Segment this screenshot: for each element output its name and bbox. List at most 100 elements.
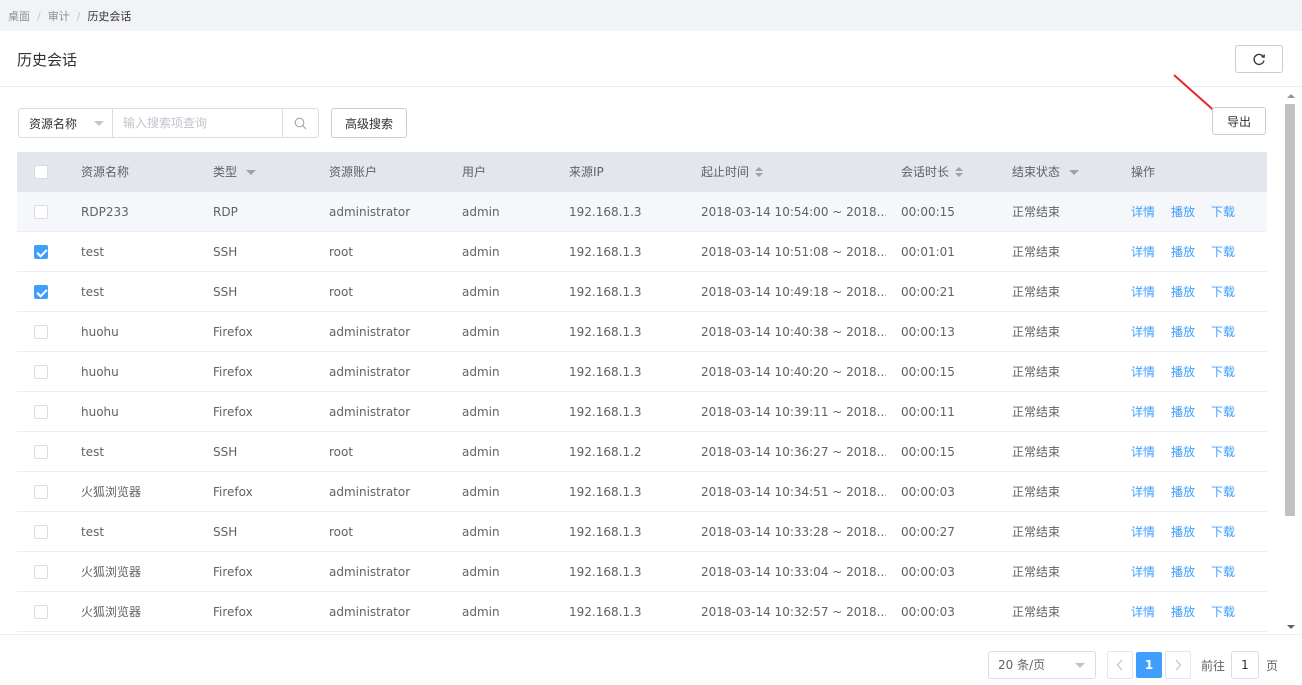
col-duration[interactable]: 会话时长 (901, 152, 996, 192)
col-time[interactable]: 起止时间 (701, 152, 886, 192)
advanced-search-button[interactable]: 高级搜索 (331, 108, 407, 138)
col-type[interactable]: 类型 (213, 152, 313, 192)
page-size-select[interactable]: 20 条/页 (988, 651, 1096, 679)
scroll-up-icon[interactable] (1287, 94, 1295, 98)
play-link[interactable]: 播放 (1171, 485, 1195, 499)
cell-ip: 192.168.1.3 (569, 245, 642, 259)
detail-link[interactable]: 详情 (1131, 245, 1155, 259)
cell-time: 2018-03-14 10:40:38 ~ 2018... (701, 325, 886, 339)
detail-link[interactable]: 详情 (1131, 565, 1155, 579)
table-row[interactable]: test SSH root admin 192.168.1.3 2018-03-14 10… (17, 272, 1267, 312)
cell-ops: 详情 播放 下载 (1131, 472, 1261, 512)
sort-icon[interactable] (955, 167, 964, 178)
table-row[interactable]: 火狐浏览器 Firefox administrator admin 192.168.1.… (17, 592, 1267, 632)
download-link[interactable]: 下载 (1211, 565, 1235, 579)
detail-link[interactable]: 详情 (1131, 445, 1155, 459)
table-row[interactable]: test SSH root admin 192.168.1.2 2018-03-14 10… (17, 432, 1267, 472)
row-checkbox[interactable] (34, 525, 48, 539)
col-status[interactable]: 结束状态 (1012, 152, 1112, 192)
next-page-button[interactable] (1165, 651, 1191, 679)
scrollbar[interactable] (1284, 88, 1298, 635)
detail-link[interactable]: 详情 (1131, 205, 1155, 219)
table-row[interactable]: 火狐浏览器 Firefox administrator admin 192.168.1.… (17, 552, 1267, 592)
download-link[interactable]: 下载 (1211, 405, 1235, 419)
row-checkbox[interactable] (34, 205, 48, 219)
cell-time: 2018-03-14 10:49:18 ~ 2018... (701, 285, 886, 299)
cell-user: admin (462, 445, 500, 459)
detail-link[interactable]: 详情 (1131, 325, 1155, 339)
detail-link[interactable]: 详情 (1131, 365, 1155, 379)
download-link[interactable]: 下载 (1211, 445, 1235, 459)
cell-name: 火狐浏览器 (81, 485, 142, 499)
table-row[interactable]: huohu Firefox administrator admin 192.168.1.… (17, 312, 1267, 352)
row-checkbox[interactable] (34, 285, 48, 299)
search-button[interactable] (282, 108, 319, 138)
play-link[interactable]: 播放 (1171, 325, 1195, 339)
play-link[interactable]: 播放 (1171, 525, 1195, 539)
table-row[interactable]: RDP233 RDP administrator admin 192.168.1.3 20… (17, 192, 1267, 232)
cell-ip: 192.168.1.3 (569, 285, 642, 299)
detail-link[interactable]: 详情 (1131, 285, 1155, 299)
cell-account: administrator (329, 325, 411, 339)
filter-icon[interactable] (1069, 170, 1080, 175)
sort-icon[interactable] (755, 167, 764, 178)
cell-user: admin (462, 525, 500, 539)
cell-status: 正常结束 (1012, 365, 1061, 379)
row-checkbox[interactable] (34, 445, 48, 459)
cell-status: 正常结束 (1012, 405, 1061, 419)
table-row[interactable]: test SSH root admin 192.168.1.3 2018-03-14 10… (17, 232, 1267, 272)
select-all-checkbox[interactable] (34, 165, 48, 179)
table-row[interactable]: 火狐浏览器 Firefox administrator admin 192.168.1.… (17, 472, 1267, 512)
cell-type: Firefox (213, 365, 253, 379)
play-link[interactable]: 播放 (1171, 445, 1195, 459)
row-checkbox[interactable] (34, 405, 48, 419)
scroll-thumb[interactable] (1285, 104, 1295, 516)
cell-type: SSH (213, 445, 238, 459)
cell-ops: 详情 播放 下载 (1131, 392, 1261, 432)
prev-page-button[interactable] (1107, 651, 1133, 679)
download-link[interactable]: 下载 (1211, 325, 1235, 339)
detail-link[interactable]: 详情 (1131, 405, 1155, 419)
row-checkbox[interactable] (34, 565, 48, 579)
download-link[interactable]: 下载 (1211, 245, 1235, 259)
jump-page-input[interactable] (1231, 651, 1259, 679)
detail-link[interactable]: 详情 (1131, 605, 1155, 619)
filter-icon[interactable] (246, 170, 257, 175)
row-checkbox[interactable] (34, 325, 48, 339)
download-link[interactable]: 下载 (1211, 365, 1235, 379)
play-link[interactable]: 播放 (1171, 205, 1195, 219)
cell-type: Firefox (213, 605, 253, 619)
refresh-icon (1253, 53, 1265, 66)
play-link[interactable]: 播放 (1171, 405, 1195, 419)
search-field-select[interactable]: 资源名称 (18, 108, 113, 138)
breadcrumb-home[interactable]: 桌面 (8, 10, 30, 23)
play-link[interactable]: 播放 (1171, 365, 1195, 379)
download-link[interactable]: 下载 (1211, 605, 1235, 619)
breadcrumb-audit[interactable]: 审计 (48, 10, 70, 23)
play-link[interactable]: 播放 (1171, 565, 1195, 579)
refresh-button[interactable] (1235, 45, 1283, 73)
play-link[interactable]: 播放 (1171, 245, 1195, 259)
search-input[interactable] (112, 108, 283, 138)
detail-link[interactable]: 详情 (1131, 525, 1155, 539)
col-type-label: 类型 (213, 165, 238, 179)
row-checkbox[interactable] (34, 245, 48, 259)
download-link[interactable]: 下载 (1211, 525, 1235, 539)
play-link[interactable]: 播放 (1171, 285, 1195, 299)
page-number-current[interactable]: 1 (1136, 652, 1162, 678)
col-account: 资源账户 (329, 165, 378, 179)
row-checkbox[interactable] (34, 365, 48, 379)
row-checkbox[interactable] (34, 485, 48, 499)
detail-link[interactable]: 详情 (1131, 485, 1155, 499)
table-row[interactable]: test SSH root admin 192.168.1.3 2018-03-14 10… (17, 512, 1267, 552)
download-link[interactable]: 下载 (1211, 205, 1235, 219)
play-link[interactable]: 播放 (1171, 605, 1195, 619)
export-button[interactable]: 导出 (1212, 107, 1266, 135)
download-link[interactable]: 下载 (1211, 485, 1235, 499)
row-checkbox[interactable] (34, 605, 48, 619)
cell-user: admin (462, 565, 500, 579)
download-link[interactable]: 下载 (1211, 285, 1235, 299)
table-row[interactable]: huohu Firefox administrator admin 192.168.1.… (17, 352, 1267, 392)
table-row[interactable]: huohu Firefox administrator admin 192.168.1.… (17, 392, 1267, 432)
scroll-down-icon[interactable] (1287, 625, 1295, 629)
